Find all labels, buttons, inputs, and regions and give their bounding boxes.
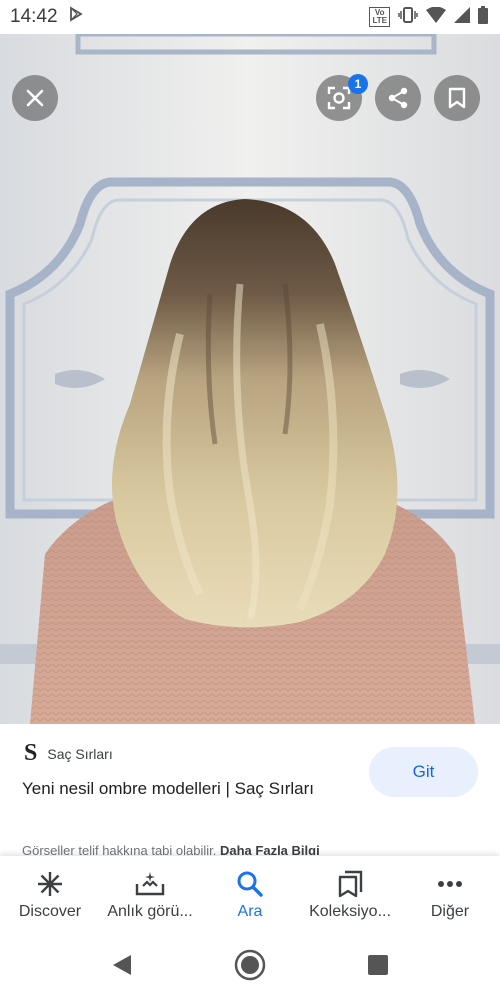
system-navigation xyxy=(0,934,500,1000)
back-button[interactable] xyxy=(111,953,133,982)
nav-search[interactable]: Ara xyxy=(200,856,300,934)
bottom-navigation: Discover Anlık görü... Ara Koleksiyo... … xyxy=(0,856,500,934)
nav-label: Diğer xyxy=(430,902,470,920)
source-logo: S xyxy=(24,740,38,766)
vibrate-icon xyxy=(398,6,418,29)
copyright-notice: Görseller telif hakkına tabi olabilir. D… xyxy=(22,843,320,855)
hair-photo xyxy=(0,34,500,724)
source-row[interactable]: S Saç Sırları xyxy=(24,740,113,767)
nav-label: Koleksiyo... xyxy=(309,902,391,920)
asterisk-icon xyxy=(38,871,62,896)
more-info-link[interactable]: Daha Fazla Bilgi xyxy=(220,843,320,855)
nav-more[interactable]: Diğer xyxy=(400,856,500,934)
share-button[interactable] xyxy=(375,75,421,121)
visit-button[interactable]: Git xyxy=(369,747,478,797)
lens-icon xyxy=(327,86,351,110)
battery-icon xyxy=(478,5,488,29)
source-name: Saç Sırları xyxy=(47,745,113,762)
result-title[interactable]: Yeni nesil ombre modelleri | Saç Sırları xyxy=(22,775,352,803)
save-button[interactable] xyxy=(434,75,480,121)
nav-label: Discover xyxy=(18,902,82,920)
lens-badge: 1 xyxy=(348,74,368,94)
collections-icon xyxy=(338,870,363,897)
nav-discover[interactable]: Discover xyxy=(0,856,100,934)
volte-icon: Vo LTE xyxy=(369,7,390,27)
copyright-text: Görseller telif hakkına tabi olabilir. xyxy=(22,843,217,855)
share-icon xyxy=(388,87,408,109)
bookmark-icon xyxy=(448,87,466,109)
close-icon xyxy=(26,89,44,107)
search-icon xyxy=(237,871,263,897)
home-button[interactable] xyxy=(234,949,266,986)
volte-bottom: LTE xyxy=(372,16,387,25)
nav-collections[interactable]: Koleksiyo... xyxy=(300,856,400,934)
close-button[interactable] xyxy=(12,75,58,121)
nav-snapshot[interactable]: Anlık görü... xyxy=(100,856,200,934)
nav-label: Ara xyxy=(237,902,263,920)
home-circle-icon xyxy=(234,949,266,980)
back-triangle-icon xyxy=(112,954,131,975)
snapshot-icon xyxy=(135,871,165,895)
status-bar: 14:42 Vo LTE xyxy=(0,0,500,34)
more-icon xyxy=(438,880,462,887)
recents-square-icon xyxy=(368,954,389,975)
status-time: 14:42 xyxy=(10,6,58,27)
recents-button[interactable] xyxy=(367,954,389,981)
wifi-icon xyxy=(426,6,446,28)
signal-icon xyxy=(454,6,470,28)
play-store-icon xyxy=(68,6,84,28)
image-viewer[interactable]: 1 xyxy=(0,34,500,724)
nav-label: Anlık görü... xyxy=(107,902,193,920)
